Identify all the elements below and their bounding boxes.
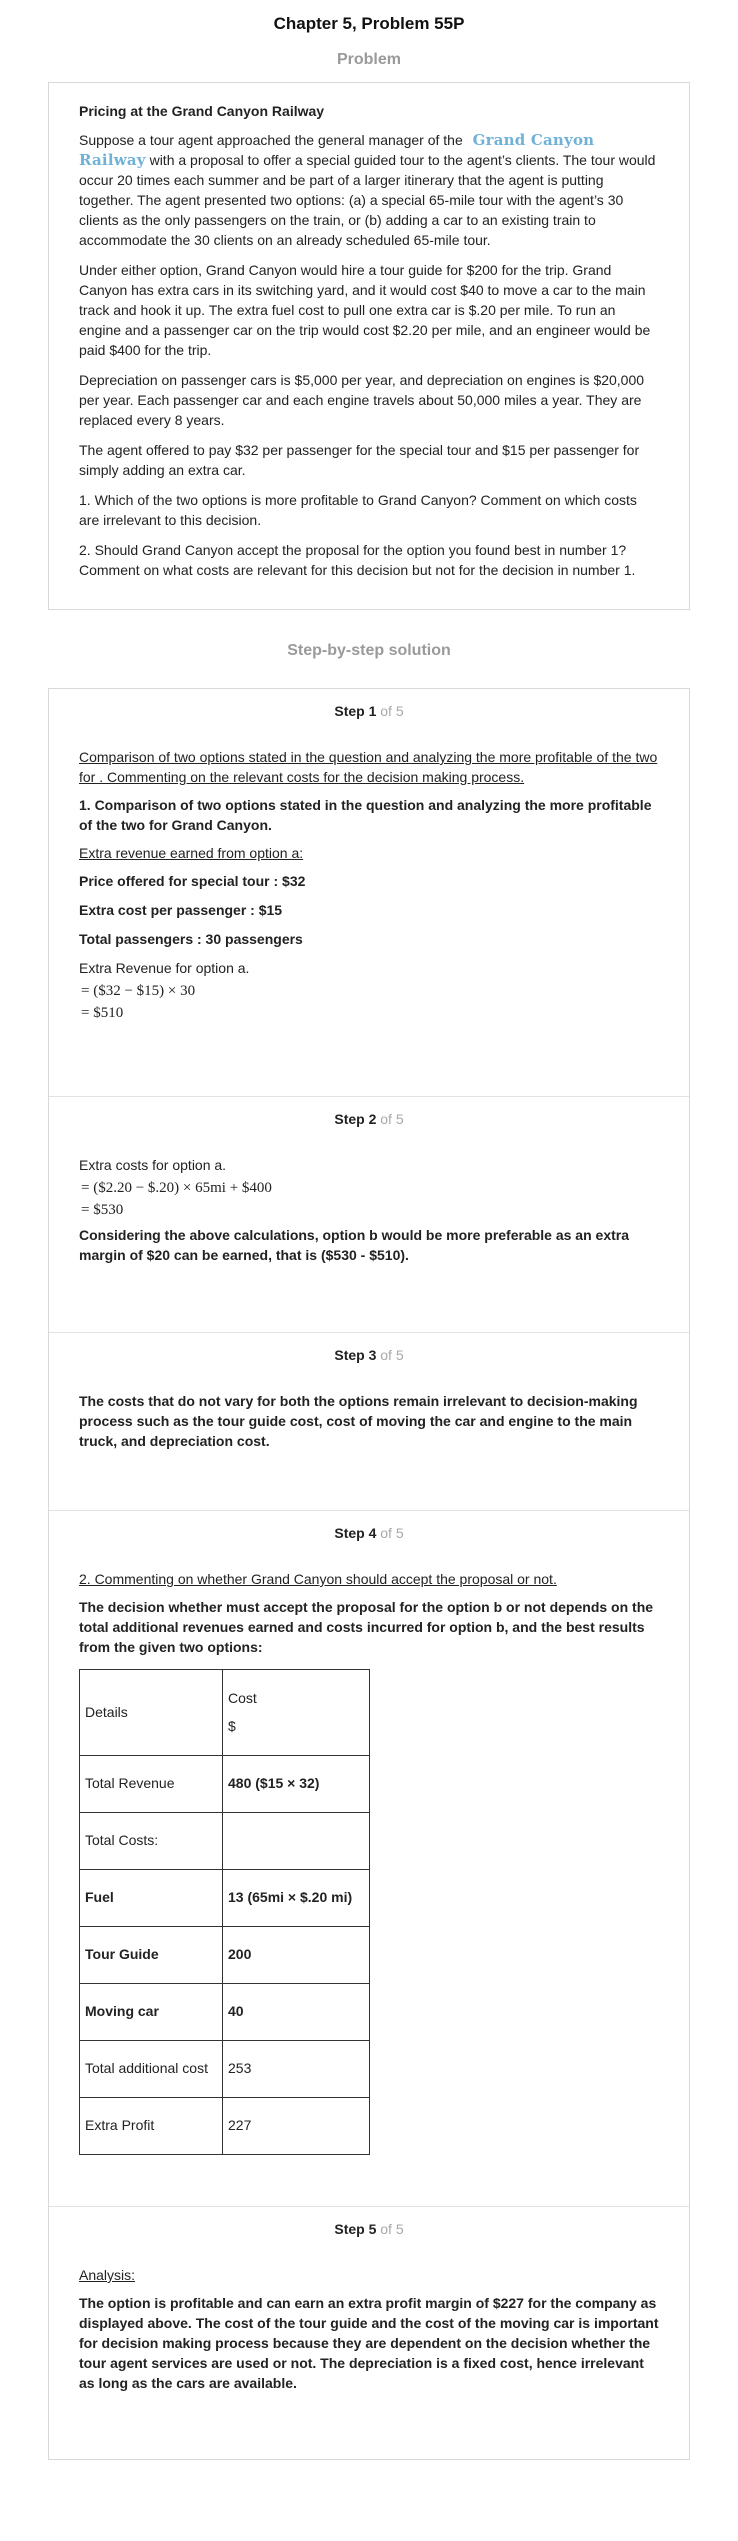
row-label: Moving car — [79, 1983, 223, 2041]
problem-p1-start: Suppose a tour agent approached the gene… — [79, 132, 463, 148]
revenue-label: Extra Revenue for option a. — [79, 960, 250, 976]
problem-paragraph-4: The agent offered to pay $32 per passeng… — [79, 442, 640, 478]
step-3-text: The costs that do not vary for both the … — [79, 1393, 638, 1449]
step-2-conclusion: Considering the above calculations, opti… — [79, 1227, 630, 1263]
step-2: Step 2 of 5 Extra costs for option a. = … — [49, 1097, 689, 1333]
row-label: Extra Profit — [79, 2097, 223, 2155]
problem-paragraph-2: Under either option, Grand Canyon would … — [79, 262, 651, 358]
problem-paragraph-3: Depreciation on passenger cars is $5,000… — [79, 372, 645, 428]
row-label: Total Revenue — [79, 1755, 223, 1813]
step-2-title: Step 2 of 5 — [334, 1111, 404, 1127]
problem-paragraph-1: Suppose a tour agent approached the gene… — [79, 130, 659, 250]
header-cost-unit: $ — [228, 1717, 236, 1734]
step-1-title: Step 1 of 5 — [334, 703, 404, 719]
costs-label: Extra costs for option a. — [79, 1157, 227, 1173]
header-cost-label: Cost — [228, 1689, 257, 1706]
step-5-title: Step 5 of 5 — [334, 2221, 404, 2237]
table-row: Tour Guide 200 — [79, 1926, 370, 1984]
row-value — [222, 1812, 370, 1870]
step-1-heading: 1. Comparison of two options stated in t… — [79, 797, 652, 833]
step-4: Step 4 of 5 2. Commenting on whether Gra… — [49, 1511, 689, 2207]
problem-title: Pricing at the Grand Canyon Railway — [79, 103, 325, 119]
revenue-result: = $510 — [81, 1005, 124, 1021]
header-details: Details — [79, 1669, 223, 1756]
costs-equation: = ($2.20 − $.20) × 65mi + $400 — [81, 1180, 272, 1196]
row-value: 227 — [222, 2097, 370, 2155]
step-3: Step 3 of 5 The costs that do not vary f… — [49, 1333, 689, 1511]
passengers-line: Total passengers : 30 passengers — [79, 931, 303, 947]
step-3-title: Step 3 of 5 — [334, 1347, 404, 1363]
row-value: 480 ($15 × 32) — [222, 1755, 370, 1813]
step-4-text: The decision whether must accept the pro… — [79, 1599, 654, 1655]
table-row: Extra Profit 227 — [79, 2097, 370, 2155]
cost-table: Details Cost $ Total Revenue 480 ($15 × … — [79, 1669, 370, 2155]
problem-heading: Problem — [336, 51, 401, 68]
step-1: Step 1 of 5 Comparison of two options st… — [49, 689, 689, 1097]
step-1-intro: Comparison of two options stated in the … — [79, 749, 658, 785]
row-value: 253 — [222, 2040, 370, 2098]
extra-revenue-heading: Extra revenue earned from option a: — [79, 845, 304, 861]
problem-card: Pricing at the Grand Canyon Railway Supp… — [48, 82, 690, 610]
costs-result: = $530 — [81, 1202, 124, 1218]
table-row: Total Revenue 480 ($15 × 32) — [79, 1755, 370, 1813]
header-cost: Cost $ — [222, 1669, 370, 1756]
row-value: 200 — [222, 1926, 370, 1984]
row-label: Total Costs: — [79, 1812, 223, 1870]
step-5: Step 5 of 5 Analysis: The option is prof… — [49, 2207, 689, 2459]
solution-heading: Step-by-step solution — [287, 642, 451, 659]
step-4-intro: 2. Commenting on whether Grand Canyon sh… — [79, 1571, 557, 1587]
table-row: Total additional cost 253 — [79, 2040, 370, 2098]
table-row: Total Costs: — [79, 1812, 370, 1870]
table-row: Moving car 40 — [79, 1983, 370, 2041]
analysis-text: The option is profitable and can earn an… — [79, 2295, 659, 2391]
page-title: Chapter 5, Problem 55P — [273, 14, 465, 33]
question-1: 1. Which of the two options is more prof… — [79, 492, 637, 528]
table-row: Fuel 13 (65mi × $.20 mi) — [79, 1869, 370, 1927]
row-label: Fuel — [79, 1869, 223, 1927]
question-2: 2. Should Grand Canyon accept the propos… — [79, 542, 636, 578]
row-label: Tour Guide — [79, 1926, 223, 1984]
problem-p1-rest: with a proposal to offer a special guide… — [79, 152, 656, 248]
table-header-row: Details Cost $ — [79, 1669, 370, 1756]
revenue-equation: = ($32 − $15) × 30 — [81, 983, 196, 999]
row-label: Total additional cost — [79, 2040, 223, 2098]
analysis-label: Analysis: — [79, 2267, 136, 2283]
price-line: Price offered for special tour : $32 — [79, 873, 306, 889]
cost-line: Extra cost per passenger : $15 — [79, 902, 283, 918]
row-value: 13 (65mi × $.20 mi) — [222, 1869, 370, 1927]
row-value: 40 — [222, 1983, 370, 2041]
step-4-title: Step 4 of 5 — [334, 1525, 404, 1541]
solution-card: Step 1 of 5 Comparison of two options st… — [48, 688, 690, 2460]
